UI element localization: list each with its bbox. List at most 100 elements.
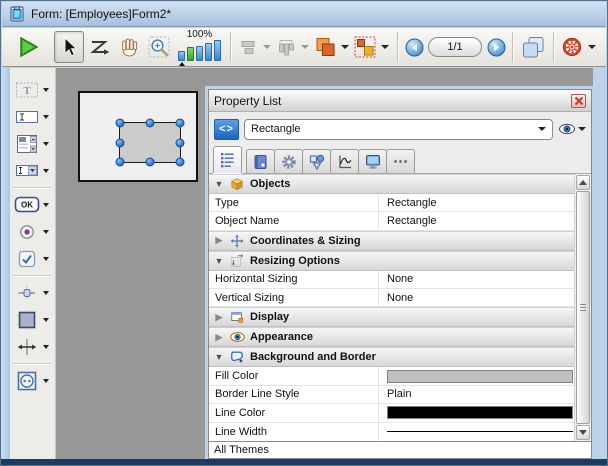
text-tool-icon[interactable]: T <box>13 77 40 102</box>
hand-tool-button[interactable] <box>114 31 144 63</box>
checkbox-tool-icon[interactable] <box>13 246 40 271</box>
zoom-bar-2-current[interactable] <box>187 47 194 61</box>
tab-shapes[interactable] <box>302 149 331 173</box>
tab-more[interactable] <box>386 149 415 173</box>
plugin-tool[interactable] <box>10 367 55 394</box>
property-value[interactable] <box>379 367 574 384</box>
section-coordinates-sizing[interactable]: ▶ Coordinates & Sizing <box>209 231 574 251</box>
property-value[interactable] <box>379 423 574 441</box>
group-dropdown-caret[interactable] <box>381 45 389 49</box>
selected-rectangle-object[interactable] <box>119 122 181 163</box>
plugin-tool-icon[interactable] <box>13 368 40 393</box>
property-value[interactable] <box>379 404 574 421</box>
radio-tool[interactable] <box>10 218 55 245</box>
slider-tool-icon[interactable] <box>13 280 40 305</box>
slider-tool-caret[interactable] <box>43 291 49 295</box>
property-value[interactable]: None <box>379 289 574 306</box>
section-objects[interactable]: ▼ Objects <box>209 174 574 194</box>
property-value[interactable]: None <box>379 271 574 288</box>
tab-list[interactable] <box>213 146 242 173</box>
section-background-border[interactable]: ▼ Background and Border <box>209 347 574 367</box>
property-value[interactable]: Rectangle <box>379 194 574 211</box>
expand-triangle[interactable]: ▶ <box>214 312 224 323</box>
edit-code-button[interactable]: <> <box>214 119 239 140</box>
plugin-tool-caret[interactable] <box>43 379 49 383</box>
button-tool-icon[interactable]: OK <box>13 192 40 217</box>
listbox-tool[interactable] <box>10 130 55 157</box>
rectangle-tool[interactable] <box>10 306 55 333</box>
preferences-button[interactable] <box>559 31 585 63</box>
next-page-button[interactable] <box>485 31 507 63</box>
page-indicator[interactable]: 1/1 <box>428 37 482 57</box>
zoom-tool-button[interactable] <box>144 31 174 63</box>
group-button[interactable] <box>352 31 378 63</box>
zoom-bar-3[interactable] <box>196 46 203 61</box>
section-display[interactable]: ▶ Display <box>209 307 574 327</box>
entry-order-tool-button[interactable] <box>84 31 114 63</box>
rectangle-tool-icon[interactable] <box>13 307 40 332</box>
previous-page-button[interactable] <box>403 31 425 63</box>
listbox-tool-icon[interactable] <box>13 131 40 156</box>
section-appearance[interactable]: ▶ Appearance <box>209 327 574 347</box>
expand-triangle[interactable]: ▼ <box>214 179 224 189</box>
splitter-tool[interactable] <box>10 333 55 360</box>
object-selector-combo[interactable]: Rectangle <box>244 119 553 140</box>
text-tool-caret[interactable] <box>43 88 49 92</box>
close-button[interactable] <box>571 94 586 108</box>
tab-monitor[interactable] <box>358 149 387 173</box>
splitter-tool-caret[interactable] <box>43 345 49 349</box>
selection-handle-nw[interactable] <box>116 119 125 128</box>
property-value[interactable]: Plain <box>379 386 574 403</box>
align-button-disabled[interactable] <box>236 31 260 63</box>
splitter-tool-icon[interactable] <box>13 334 40 359</box>
expand-triangle[interactable]: ▶ <box>214 235 224 246</box>
input-tool-caret[interactable] <box>43 115 49 119</box>
radio-tool-icon[interactable] <box>13 219 40 244</box>
section-resizing-options[interactable]: ▼ Resizing Options <box>209 251 574 271</box>
zoom-bar-1[interactable] <box>178 51 185 61</box>
scroll-up-button[interactable] <box>576 175 590 190</box>
combobox-tool[interactable] <box>10 157 55 184</box>
selection-handle-sw[interactable] <box>116 158 125 167</box>
form-page[interactable] <box>78 91 198 182</box>
radio-tool-caret[interactable] <box>43 230 49 234</box>
property-value[interactable]: Rectangle <box>379 212 574 229</box>
combobox-tool-icon[interactable] <box>13 158 40 183</box>
form-pages-button[interactable] <box>518 31 548 63</box>
zoom-level-control[interactable]: 100% <box>178 29 221 66</box>
select-tool-button[interactable] <box>54 31 84 63</box>
level-button[interactable] <box>312 31 338 63</box>
property-list-header[interactable]: Property List <box>209 90 591 112</box>
zoom-bars[interactable] <box>178 40 221 61</box>
selection-handle-ne[interactable] <box>176 119 185 128</box>
zoom-bar-5[interactable] <box>214 40 221 61</box>
selection-handle-se[interactable] <box>176 158 185 167</box>
input-tool-icon[interactable] <box>13 104 40 129</box>
checkbox-tool[interactable] <box>10 245 55 272</box>
scroll-down-button[interactable] <box>576 425 590 440</box>
button-tool[interactable]: OK <box>10 191 55 218</box>
selection-handle-e[interactable] <box>176 138 185 147</box>
expand-triangle[interactable]: ▼ <box>214 352 224 362</box>
execute-form-button[interactable] <box>10 31 46 63</box>
distribute-dropdown-caret[interactable] <box>301 45 309 49</box>
selection-handle-w[interactable] <box>116 138 125 147</box>
preferences-dropdown-caret[interactable] <box>588 45 596 49</box>
expand-triangle[interactable]: ▼ <box>214 256 224 266</box>
input-tool[interactable] <box>10 103 55 130</box>
zoom-bar-4[interactable] <box>205 43 212 61</box>
checkbox-tool-caret[interactable] <box>43 257 49 261</box>
selection-handle-n[interactable] <box>146 119 155 128</box>
listbox-tool-caret[interactable] <box>43 142 49 146</box>
rectangle-tool-caret[interactable] <box>43 318 49 322</box>
line-color-swatch[interactable] <box>387 406 573 419</box>
tab-book[interactable] <box>246 149 275 173</box>
level-dropdown-caret[interactable] <box>341 45 349 49</box>
line-width-sample[interactable] <box>387 431 573 432</box>
button-tool-caret[interactable] <box>43 203 49 207</box>
property-scrollbar[interactable] <box>574 174 591 441</box>
fill-color-swatch[interactable] <box>387 370 573 383</box>
tab-curve[interactable] <box>330 149 359 173</box>
text-tool[interactable]: T <box>10 76 55 103</box>
selection-handle-s[interactable] <box>146 158 155 167</box>
